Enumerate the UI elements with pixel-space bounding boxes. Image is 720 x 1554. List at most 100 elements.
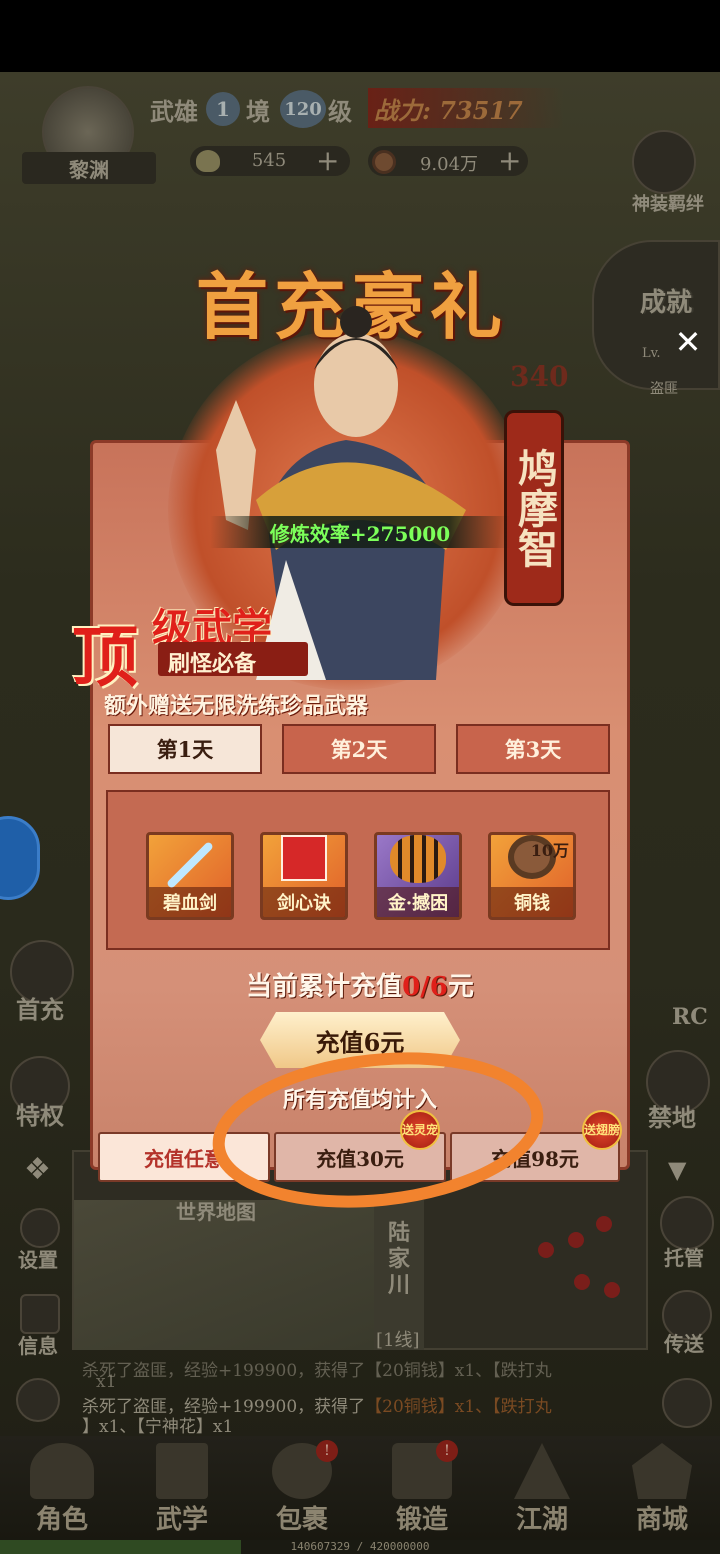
nav-juese[interactable]: 角色: [12, 1436, 112, 1536]
nav-label: 包裹: [275, 1505, 328, 1535]
tiger-icon: [390, 835, 446, 883]
line-label: [1线]: [376, 1330, 420, 1351]
book-icon: [281, 835, 327, 881]
alert-badge: !: [316, 1440, 338, 1462]
reward-item[interactable]: 金·撼困: [374, 832, 462, 920]
banner-big-char: 顶: [72, 618, 138, 696]
tab-day-2[interactable]: 第2天: [282, 724, 436, 774]
mail-icon[interactable]: [16, 1378, 60, 1422]
nav-label: 商城: [635, 1505, 688, 1535]
copper-icon: [372, 150, 396, 174]
chat-prev-tail: x1: [96, 1372, 117, 1392]
map-marker: [574, 1274, 590, 1290]
shenzhuang-label: 神装羁绊: [632, 194, 704, 215]
close-button[interactable]: ✕: [668, 322, 708, 362]
nav-label: 锻造: [395, 1505, 448, 1535]
exp-bar-fill: [0, 1540, 242, 1554]
level-label: 级: [328, 97, 352, 126]
silver-add-button[interactable]: +: [316, 146, 339, 176]
sword-icon: [165, 840, 215, 890]
nav-label: 江湖: [515, 1505, 568, 1535]
bottom-nav-items: 角色 武学 ! 包裹 ! 锻造 江湖 商城: [12, 1436, 712, 1540]
shezhi-label: 设置: [18, 1248, 58, 1272]
shenzhuang-button[interactable]: [632, 130, 696, 194]
hero-name: 鸠摩智: [511, 448, 558, 568]
tuoguan-label: 托管: [664, 1246, 704, 1270]
banner-sub: 刷怪必备: [168, 651, 257, 677]
scroll-icon: [156, 1443, 208, 1499]
reward-item[interactable]: 碧血剑: [146, 832, 234, 920]
shop-icon: [632, 1443, 692, 1499]
nav-duanzao[interactable]: ! 锻造: [372, 1436, 472, 1536]
silver-value: 545: [251, 150, 287, 171]
hat-icon: [30, 1443, 94, 1499]
progress-prefix: 当前累计充值: [246, 972, 403, 1002]
exp-text: 140607329 / 420000000: [290, 1540, 430, 1553]
map-marker: [538, 1242, 554, 1258]
nav-baoguo[interactable]: ! 包裹: [252, 1436, 352, 1536]
progress-current: 0: [402, 972, 421, 1002]
reward-label: 剑心诀: [263, 887, 345, 917]
location-name: 陆家川: [388, 1220, 411, 1298]
target-level: Lv.: [642, 346, 661, 361]
copper-value: 9.04万: [419, 154, 479, 175]
nav-jianghu[interactable]: 江湖: [492, 1436, 592, 1536]
target-name: 盗匪: [650, 381, 678, 397]
chat-line-2: 】x1、【宁神花】x1: [82, 1417, 234, 1437]
settings-gear-icon[interactable]: [20, 1208, 60, 1248]
copper-add-button[interactable]: +: [498, 146, 521, 176]
pagoda-icon: [514, 1443, 570, 1499]
nav-shangcheng[interactable]: 商城: [612, 1436, 712, 1536]
hidden-number: 340: [510, 360, 569, 393]
chuansong-label: 传送: [664, 1332, 704, 1356]
level-badge: 120: [280, 90, 326, 128]
reward-label: 铜钱: [491, 887, 573, 917]
progress-sep: /: [420, 972, 430, 1002]
progress-suffix: 元: [447, 972, 474, 1002]
rewards-row: 碧血剑 剑心诀 金·撼困 10万 铜钱: [146, 832, 576, 922]
recharge-bg-text: RC: [672, 1004, 708, 1030]
reward-label: 碧血剑: [149, 887, 231, 917]
alert-badge: !: [436, 1440, 458, 1462]
realm-badge: 1: [206, 92, 240, 126]
shouchong-label: 首充: [16, 995, 64, 1024]
reward-count: 10万: [530, 841, 569, 860]
wings-gift-badge: 送翅膀: [582, 1110, 622, 1150]
tab-day-1[interactable]: 第1天: [108, 724, 262, 774]
power-display: 战力: 73517: [368, 88, 564, 128]
hero-name-plaque: 鸠摩智: [504, 410, 564, 606]
reward-label: 金·撼困: [377, 887, 459, 917]
silver-icon: [196, 150, 220, 172]
nav-label: 角色: [35, 1505, 88, 1535]
jindi-label: 禁地: [648, 1103, 696, 1132]
recharge-progress: 当前累计充值0/6元: [180, 966, 540, 1003]
annotation-ellipse: [212, 1052, 544, 1208]
realm-label: 境: [246, 97, 270, 126]
status-bar: [0, 0, 720, 72]
chat-line-reward: 【20铜钱】x1、【跌打丸: [365, 1397, 552, 1417]
reward-item[interactable]: 10万 铜钱: [488, 832, 576, 920]
level-value: 120: [284, 98, 322, 120]
extra-gift-text: 额外赠送无限洗练珍品武器: [104, 693, 369, 719]
reward-item[interactable]: 剑心诀: [260, 832, 348, 920]
efficiency-text: 修炼效率+275000: [269, 521, 451, 546]
chat-bubble-icon[interactable]: [662, 1378, 712, 1428]
efficiency-banner: 修炼效率+275000: [210, 516, 510, 548]
map-marker: [568, 1232, 584, 1248]
chengjiu-text: 成就: [640, 288, 693, 318]
rank-prefix: 武雄: [150, 97, 198, 126]
collapse-arrow-icon[interactable]: ▼: [668, 1156, 686, 1184]
realm-value: 1: [216, 97, 230, 121]
progress-target: 6: [429, 972, 448, 1002]
map-marker: [604, 1282, 620, 1298]
xinxi-label: 信息: [18, 1334, 58, 1358]
diamond-menu-icon[interactable]: ❖: [24, 1152, 51, 1187]
chat-prev-line: 杀死了盗匪，经验+199900，获得了【20铜钱】x1、【跌打丸: [82, 1361, 552, 1381]
tequan-label: 特权: [16, 1101, 64, 1130]
map-marker: [596, 1216, 612, 1232]
player-name: 黎渊: [22, 152, 156, 184]
tab-day-3[interactable]: 第3天: [456, 724, 610, 774]
nav-label: 武学: [155, 1505, 208, 1535]
info-icon[interactable]: [20, 1294, 60, 1334]
nav-wuxue[interactable]: 武学: [132, 1436, 232, 1536]
